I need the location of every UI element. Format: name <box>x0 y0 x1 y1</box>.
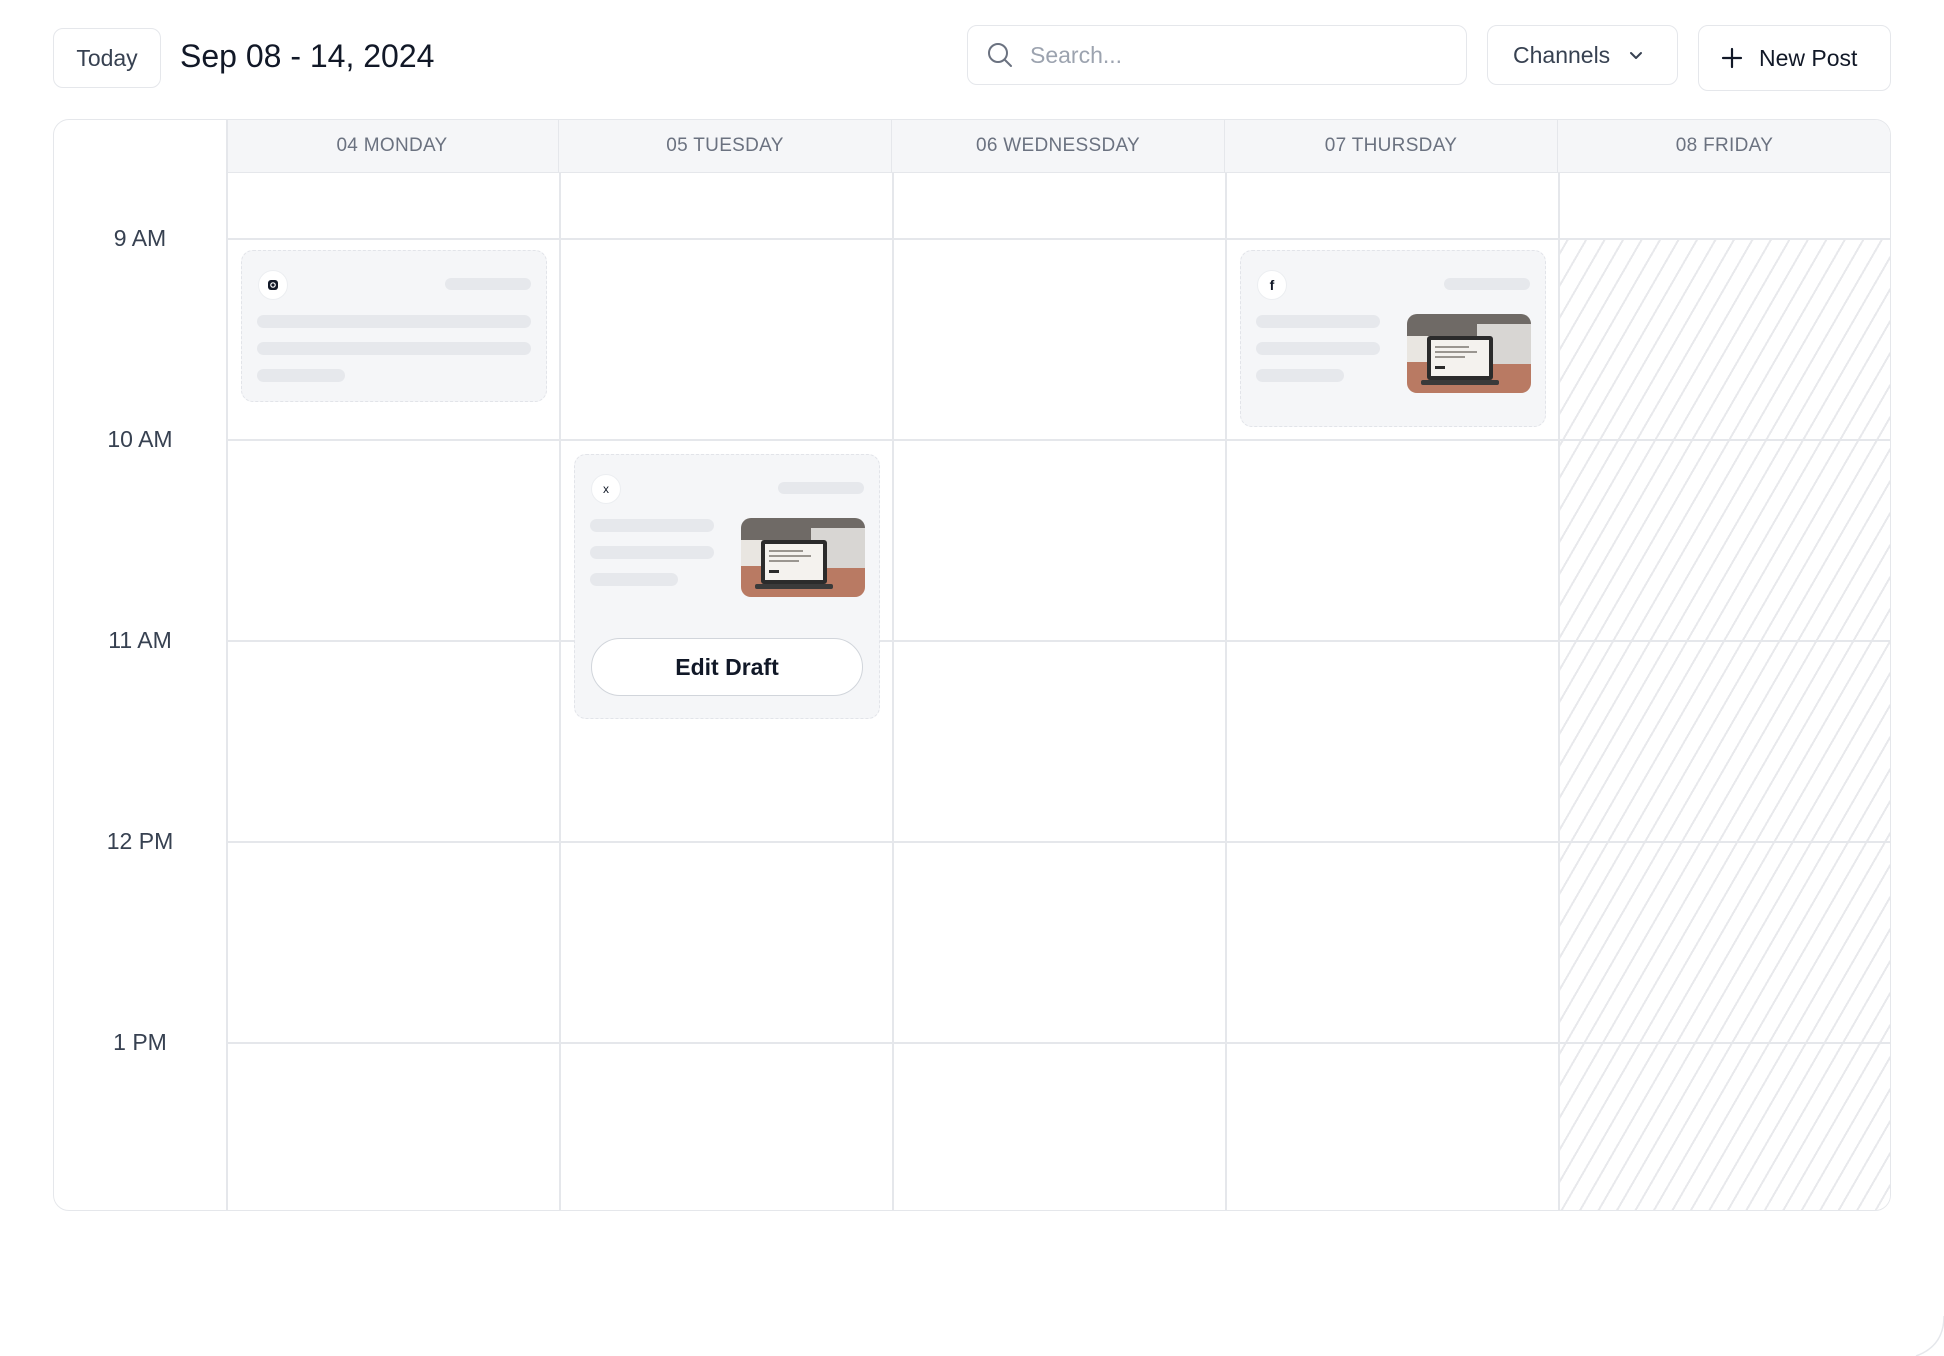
skeleton-line <box>257 342 531 355</box>
search-input[interactable] <box>1028 40 1432 70</box>
skeleton-line <box>445 278 531 290</box>
day-header-thursday: 07 THURSDAY <box>1225 120 1558 172</box>
skeleton-line <box>257 315 531 328</box>
time-label: 10 AM <box>107 426 173 452</box>
grid-line <box>226 640 1890 642</box>
day-header-friday: 08 FRIDAY <box>1675 135 1774 156</box>
time-label: 11 AM <box>108 627 172 653</box>
skeleton-line <box>590 546 714 559</box>
grid-line <box>226 841 1890 843</box>
grid-line <box>226 120 228 1210</box>
day-header-tuesday: 05 TUESDAY <box>559 120 892 172</box>
today-button[interactable]: Today <box>53 28 161 88</box>
day-header-monday: 04 MONDAY <box>226 120 559 172</box>
search-icon <box>988 43 1012 67</box>
chevron-down-icon <box>1630 52 1643 59</box>
post-card-tuesday[interactable]: x Edit Draft <box>574 454 880 719</box>
toolbar: Today Sep 08 - 14, 2024 Channels New Pos… <box>0 0 1944 120</box>
day-header-row: 04 MONDAY 05 TUESDAY 06 WEDNESSDAY 07 TH… <box>226 120 1890 173</box>
skeleton-line <box>1256 342 1380 355</box>
window-corner-decoration <box>1915 1316 1944 1356</box>
grid-line <box>1225 172 1227 1210</box>
time-label: 1 PM <box>113 1029 167 1055</box>
skeleton-line <box>778 482 864 494</box>
facebook-icon: f <box>1257 270 1287 300</box>
skeleton-line <box>590 519 714 532</box>
channels-dropdown[interactable]: Channels <box>1487 25 1678 85</box>
new-post-button[interactable]: New Post <box>1698 25 1891 91</box>
instagram-icon <box>258 270 288 300</box>
skeleton-line <box>257 369 345 382</box>
time-label: 12 PM <box>106 828 174 854</box>
grid-line <box>226 439 1890 441</box>
channels-label: Channels <box>1513 41 1611 68</box>
edit-draft-button[interactable]: Edit Draft <box>591 638 863 696</box>
x-icon: x <box>591 474 621 504</box>
grid-line <box>1558 172 1560 1210</box>
time-label: 9 AM <box>113 225 167 251</box>
search-box[interactable] <box>967 25 1467 85</box>
post-thumbnail-image <box>1407 314 1531 393</box>
new-post-label: New Post <box>1759 44 1858 71</box>
plus-icon <box>1721 47 1743 69</box>
unavailable-slot-area <box>1560 239 1890 1210</box>
grid-line <box>226 1042 1890 1044</box>
post-thumbnail-image <box>741 518 865 597</box>
skeleton-line <box>1444 278 1530 290</box>
day-header-wednesday: 06 WEDNESSDAY <box>892 120 1225 172</box>
skeleton-line <box>1256 369 1344 382</box>
grid-line <box>559 172 561 1210</box>
grid-line <box>892 172 894 1210</box>
post-card-thursday[interactable]: f <box>1240 250 1546 427</box>
skeleton-line <box>590 573 678 586</box>
grid-line <box>226 238 1890 240</box>
post-card-monday[interactable] <box>241 250 547 402</box>
date-range-title: Sep 08 - 14, 2024 <box>180 38 435 74</box>
skeleton-line <box>1256 315 1380 328</box>
week-calendar: 04 MONDAY 05 TUESDAY 06 WEDNESSDAY 07 TH… <box>53 119 1891 1211</box>
